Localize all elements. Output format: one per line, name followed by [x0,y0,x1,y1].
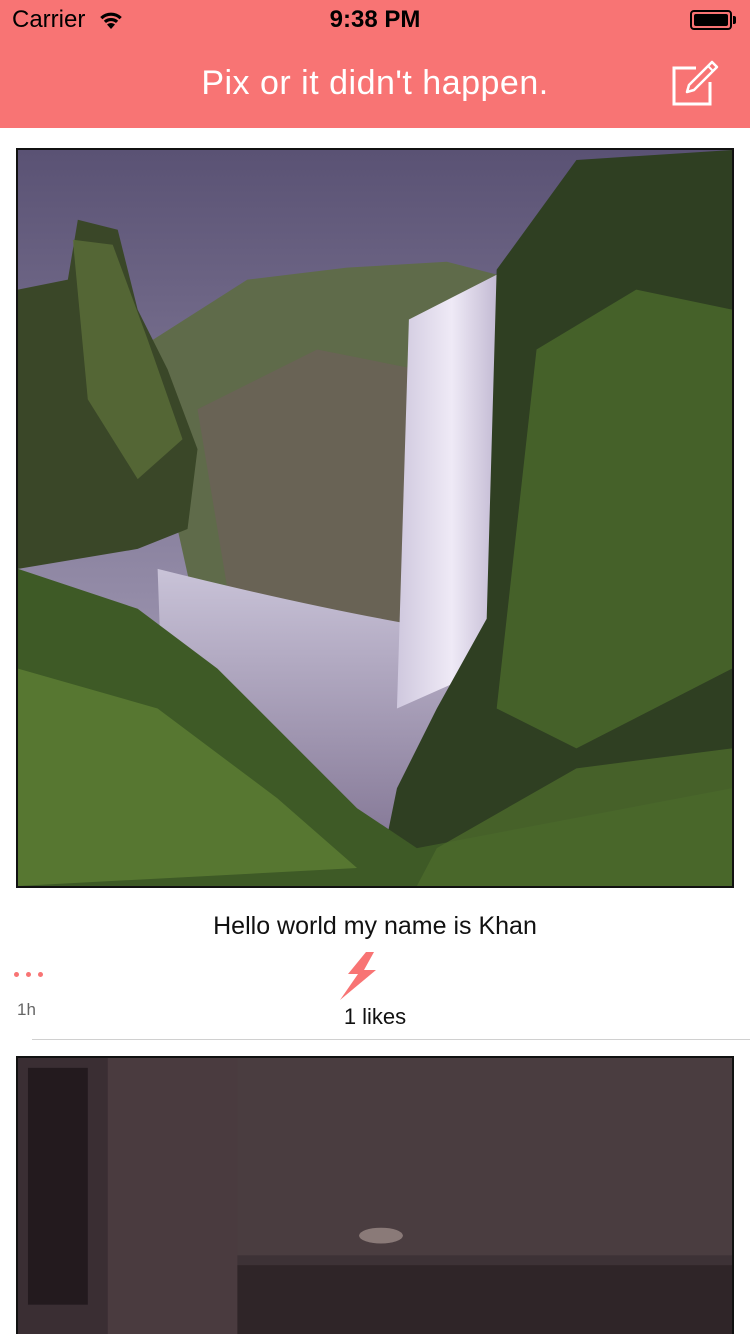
post-image[interactable] [16,1056,734,1334]
app-screen: Carrier 9:38 PM Pix or it didn't happen. [0,0,750,1334]
post-image[interactable] [16,148,734,888]
clock: 9:38 PM [329,6,421,33]
post-caption: Hello world my name is Khan [213,912,537,940]
post-divider [32,1039,750,1040]
ellipsis-icon[interactable] [14,964,54,984]
top-bar: Carrier 9:38 PM Pix or it didn't happen. [0,0,750,128]
nav-bar: Pix or it didn't happen. [0,40,750,128]
compose-icon[interactable] [668,58,720,110]
likes-count: 1 likes [343,1004,407,1029]
waterfall-photo [18,150,732,886]
nav-title: Pix or it didn't happen. [201,64,549,102]
status-bar: Carrier 9:38 PM [0,0,750,40]
battery-icon [690,10,736,30]
feed: Hello world my name is Khan 1h 1 likes [0,128,750,1334]
lightning-bolt-icon[interactable] [334,952,382,1002]
indoor-ceiling-photo [18,1058,732,1334]
